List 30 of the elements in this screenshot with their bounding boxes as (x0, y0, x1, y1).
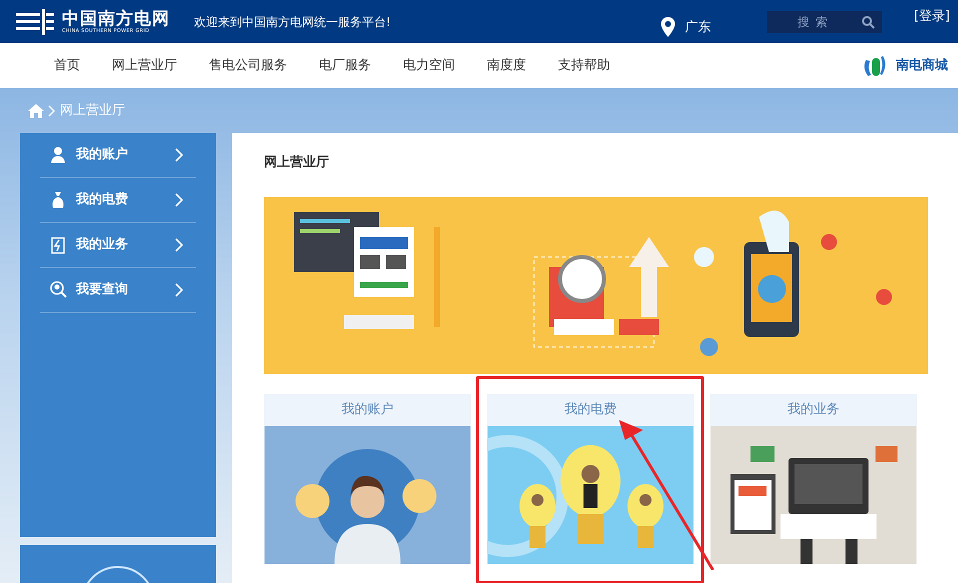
nav-link[interactable]: 支持帮助 (542, 56, 626, 76)
logo-icon (16, 8, 54, 34)
search-person-icon (50, 281, 68, 299)
person-icon (50, 146, 68, 164)
sidebar-item[interactable]: 我的账户 (40, 133, 196, 178)
nav-link[interactable]: 电厂服务 (303, 56, 387, 76)
chevron-icon (175, 283, 184, 297)
nav-link[interactable]: 售电公司服务 (193, 56, 303, 76)
section-title: 网上营业厅 (264, 154, 330, 172)
location-pin-icon (658, 16, 677, 40)
chevron-icon (48, 104, 56, 116)
chevron-icon (175, 193, 184, 207)
logo-title: 中国南方电网 (62, 10, 170, 28)
search-field[interactable]: 搜索 (766, 10, 882, 32)
sidebar-item[interactable]: 我的电费 (40, 178, 196, 223)
search-icon[interactable] (862, 16, 875, 28)
mall-link[interactable]: 南电商城 (896, 56, 948, 76)
nav-link[interactable]: 电力空间 (387, 56, 471, 76)
nav-link[interactable]: 首页 (38, 56, 96, 76)
nav-link[interactable]: 网上营业厅 (96, 56, 193, 76)
sidebar-item[interactable]: 我要查询 (40, 268, 196, 313)
welcome-text: 欢迎来到中国南方电网统一服务平台! (194, 14, 391, 30)
clipboard-icon (50, 236, 68, 254)
sidebar-item[interactable]: 我的业务 (40, 223, 196, 268)
chevron-icon (175, 238, 184, 252)
mall-logo-icon (862, 54, 888, 78)
chevron-icon (175, 148, 184, 162)
region-label[interactable]: 广东 (684, 18, 711, 38)
nav-link[interactable]: 南度度 (471, 56, 542, 76)
login-link[interactable]: [登录] (914, 6, 950, 26)
